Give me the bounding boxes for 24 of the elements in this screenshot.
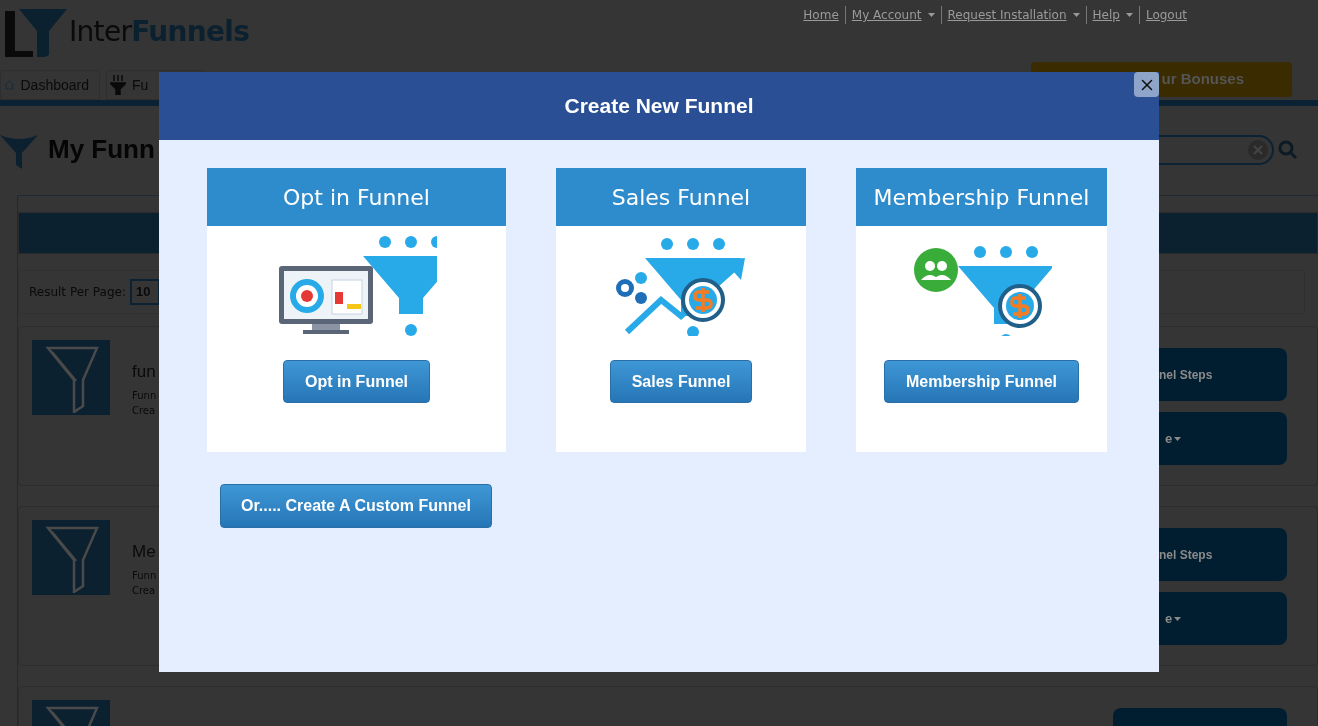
create-funnel-button[interactable]: Opt in Funnel <box>282 360 431 403</box>
caret-icon <box>927 13 935 17</box>
create-funnel-button[interactable]: Sales Funnel <box>609 360 753 403</box>
nav-link[interactable]: Help <box>1085 6 1139 24</box>
close-button[interactable] <box>1134 72 1159 97</box>
nav-link[interactable]: My Account <box>844 6 941 24</box>
funnel-icon <box>110 75 126 95</box>
caret-icon <box>1072 13 1080 17</box>
caret-icon <box>1174 436 1182 441</box>
create-funnel-button[interactable]: Membership Funnel <box>883 360 1080 403</box>
clear-icon[interactable] <box>1248 139 1268 160</box>
funnel-option-title: Membership Funnel <box>873 183 1090 212</box>
modal-title: Create New Funnel <box>564 93 754 120</box>
home-icon <box>4 77 15 93</box>
nav-link[interactable]: Logout <box>1138 6 1193 24</box>
funnel-option-title: Sales Funnel <box>611 183 751 212</box>
funnel-option-title: Opt in Funnel <box>283 183 430 212</box>
custom-funnel-button[interactable]: Or..... Create A Custom Funnel <box>220 484 492 528</box>
logo-icon <box>5 7 67 57</box>
nav-link[interactable]: Home <box>797 6 845 24</box>
caret-icon <box>1174 616 1182 621</box>
caret-icon <box>1125 13 1133 17</box>
nav-link[interactable]: Request Installation <box>940 6 1086 24</box>
search-icon[interactable] <box>1278 139 1298 160</box>
